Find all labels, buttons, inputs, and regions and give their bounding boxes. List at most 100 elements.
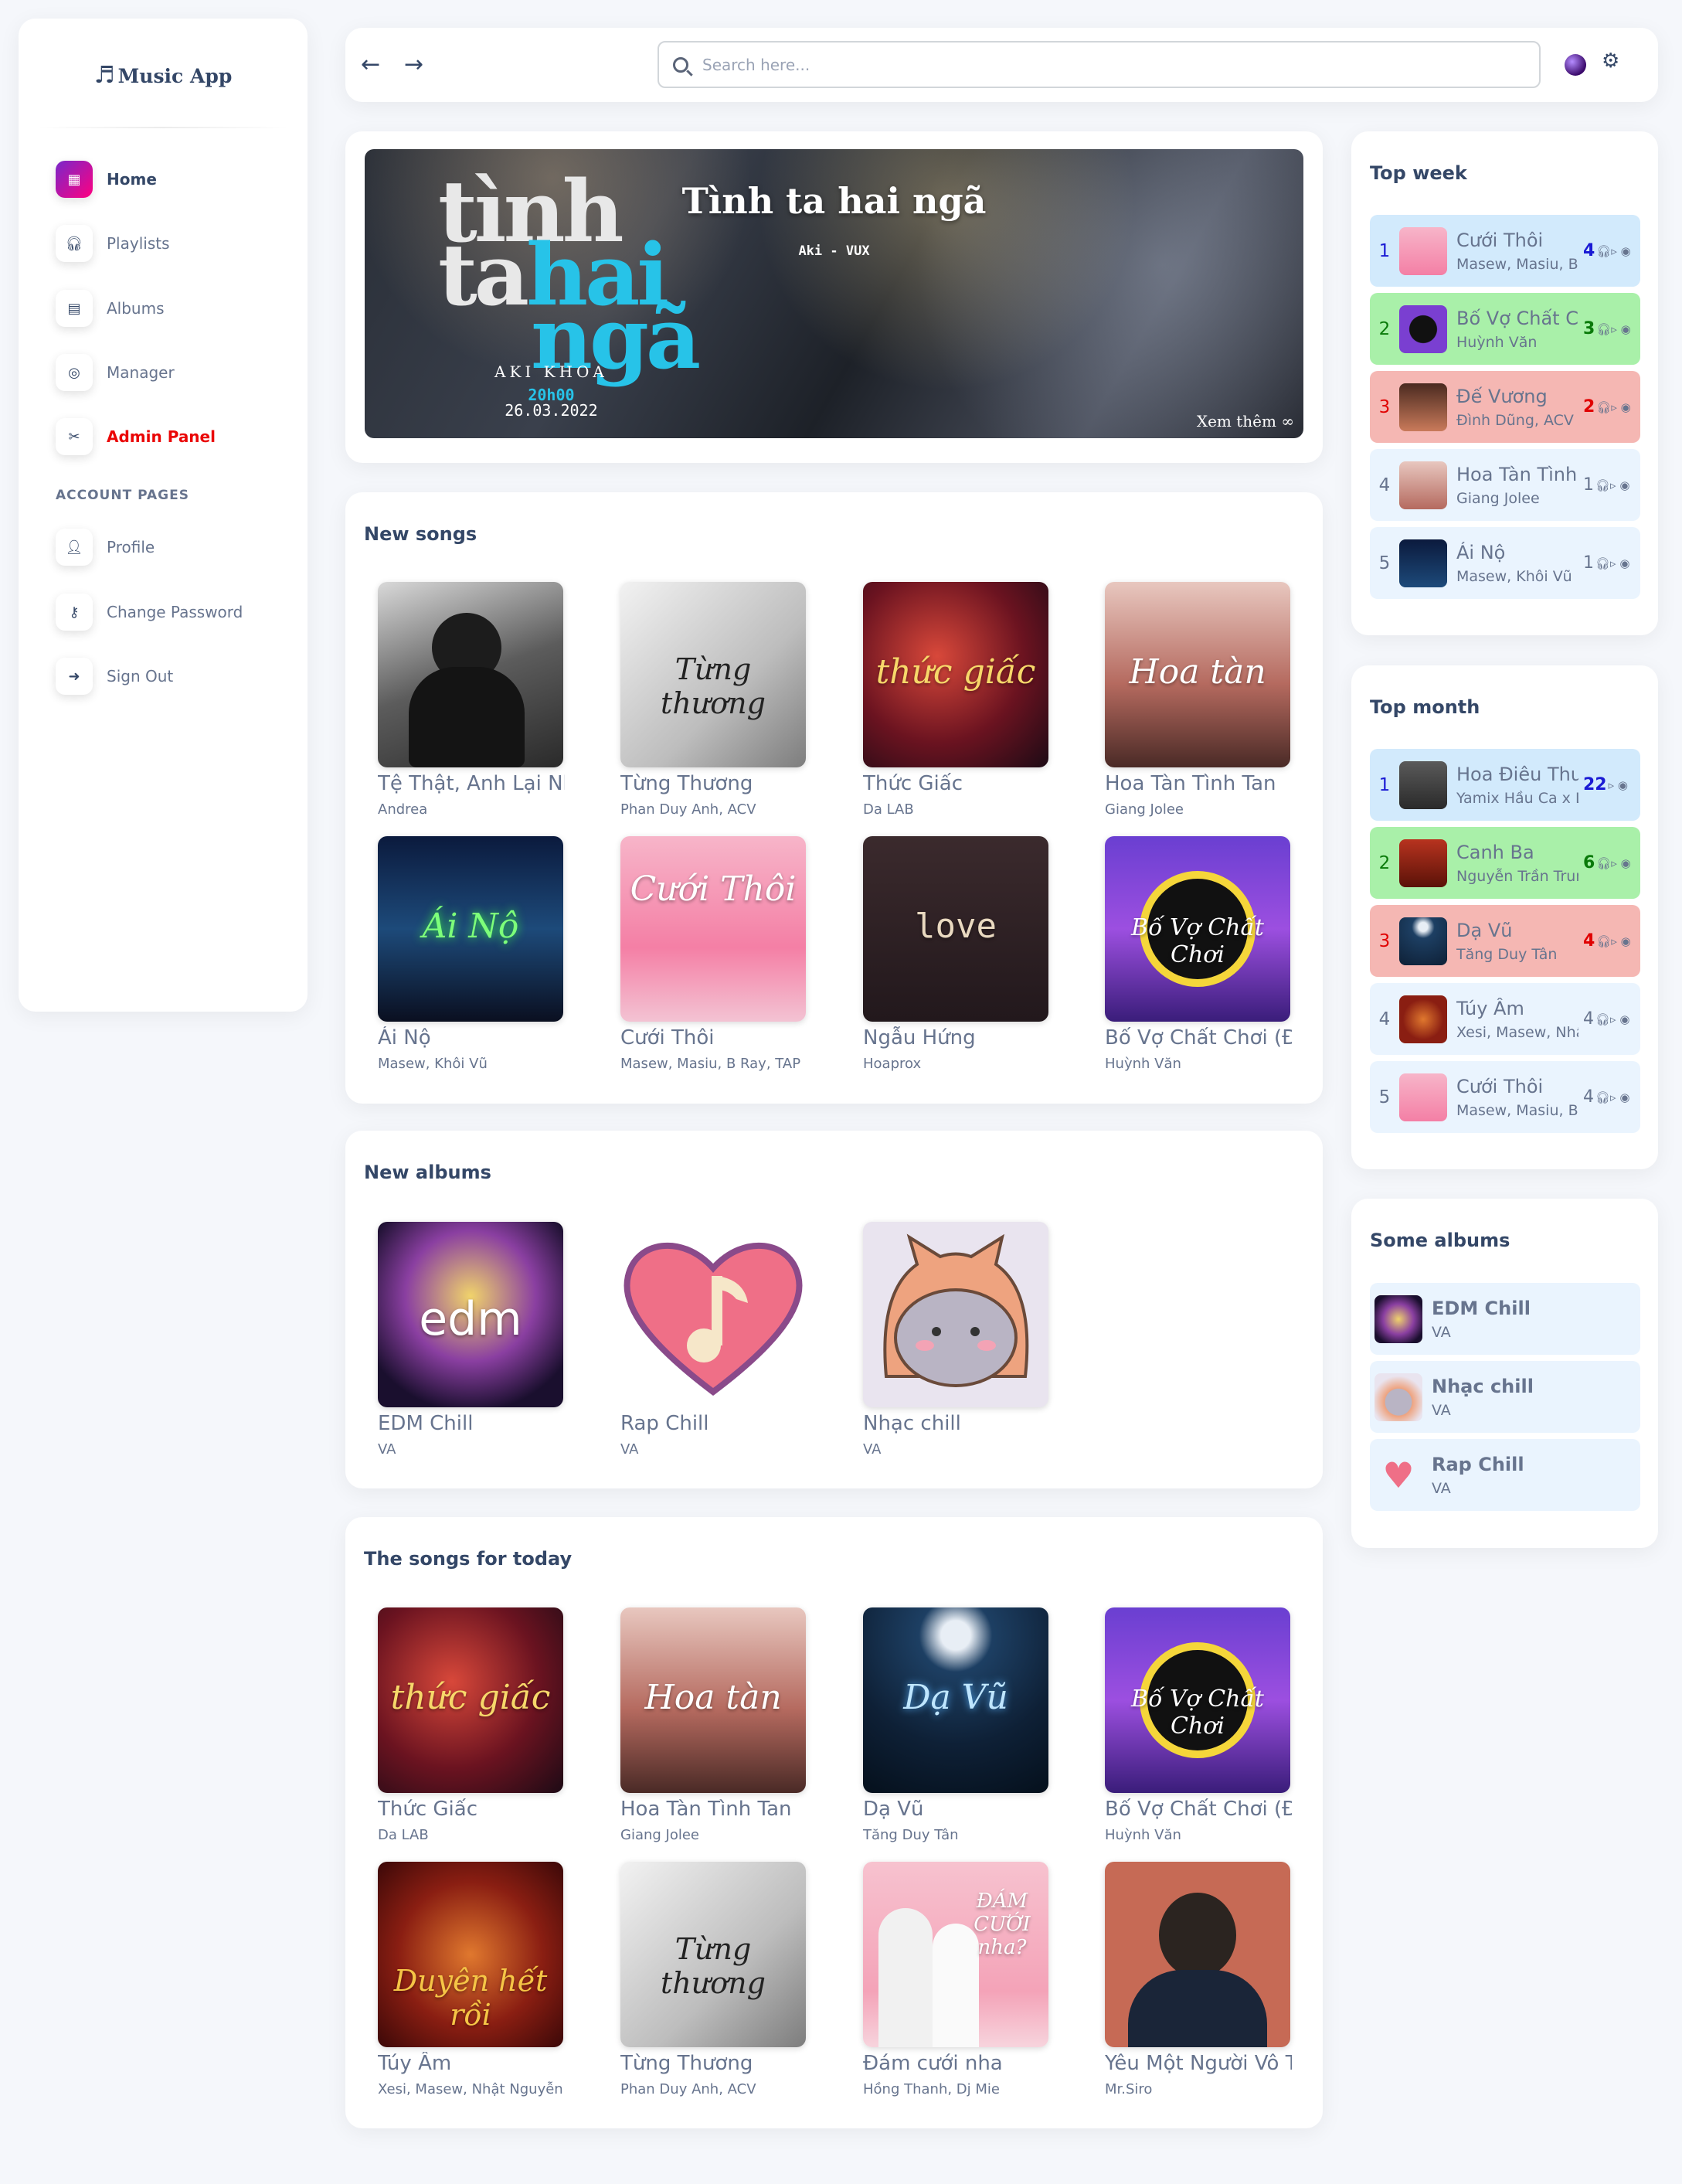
top-navbar: ← → Search here... ⚙ <box>345 28 1658 102</box>
song-card[interactable]: Cưới Thôi Cưới Thôi Masew, Masiu, B Ray,… <box>620 836 821 1072</box>
song-card[interactable]: thức giấc Thức Giấc Da LAB <box>863 582 1064 818</box>
song-thumbnail <box>1399 461 1447 509</box>
song-card[interactable]: love Ngẫu Hứng Hoaprox <box>863 836 1064 1072</box>
song-card[interactable]: thức giấc Thức Giấc Da LAB <box>378 1607 579 1843</box>
album-card[interactable]: edm EDM Chill VA <box>378 1222 579 1458</box>
top-month-title: Top month <box>1370 696 1480 718</box>
top-week-title: Top week <box>1370 162 1467 184</box>
song-cover: ĐÁM CƯỚI nha? <box>863 1862 1048 2047</box>
song-card[interactable]: Hoa tàn Hoa Tàn Tình Tan Giang Jolee <box>620 1607 821 1843</box>
ranking-row[interactable]: 5 Cưới ThôiMasew, Masiu, B Ray, TAP 4🎧︎▹… <box>1370 1061 1640 1133</box>
profile-icon: 👤︎ <box>56 529 93 566</box>
sidebar-item-profile[interactable]: 👤︎ Profile <box>56 525 155 570</box>
sidebar: ♬ Music App ▦ Home 🎧︎ Playlists ▤ Albums ◎ Ma… <box>19 19 308 1012</box>
song-thumbnail <box>1399 304 1447 353</box>
search-input[interactable]: Search here... <box>658 41 1541 88</box>
manager-icon: ◎ <box>56 354 93 391</box>
cat-illustration <box>883 1233 1029 1387</box>
sidebar-item-admin-panel[interactable]: ✂ Admin Panel <box>56 414 216 459</box>
ranking-row[interactable]: 4 Hoa Tàn Tình TanGiang Jolee 1🎧︎▹ ◉ <box>1370 449 1640 521</box>
song-card[interactable]: Bố Vợ Chất Chơi Bố Vợ Chất Chơi (Đại Mèo… <box>1105 1607 1306 1843</box>
ranking-row[interactable]: 1 Hoa Điêu ThuyềnYamix Hầu Ca x Long Rex… <box>1370 749 1640 821</box>
back-arrow-icon[interactable]: ← <box>361 51 380 78</box>
song-card[interactable]: Dạ Vũ Dạ Vũ Tăng Duy Tân <box>863 1607 1064 1843</box>
heart-music-icon <box>624 1242 803 1396</box>
app-logo[interactable]: ♬ Music App <box>19 62 308 89</box>
song-cover: Bố Vợ Chất Chơi <box>1105 836 1290 1022</box>
song-cover: Cưới Thôi <box>620 836 806 1022</box>
song-card[interactable]: Yêu Một Người Vô Tâm Mr.Siro <box>1105 1862 1306 2097</box>
store-icon: ▦ <box>56 161 93 198</box>
song-cover: thức giấc <box>863 582 1048 767</box>
account-pages-label: ACCOUNT PAGES <box>56 488 189 503</box>
tools-icon: ✂ <box>56 418 93 455</box>
headphones-play-icon: 🎧︎▹ ◉ <box>1596 321 1631 336</box>
song-card[interactable]: Hoa tàn Hoa Tàn Tình Tan Giang Jolee <box>1105 582 1306 818</box>
song-cover: Từng thương <box>620 582 806 767</box>
banner-artist: Aki - VUX <box>798 243 870 259</box>
see-more-link[interactable]: Xem thêm ∞ <box>1197 412 1294 430</box>
song-cover: Dạ Vũ <box>863 1607 1048 1793</box>
song-cover: Ái Nộ <box>378 836 563 1022</box>
album-row[interactable]: Nhạc chill VA <box>1370 1361 1640 1433</box>
banner-image[interactable]: tình tahai ngã AKI KHOA 20h00 26.03.2022 … <box>365 149 1303 438</box>
today-songs-title: The songs for today <box>364 1548 573 1570</box>
headphones-play-icon: 🎧︎▹ ◉ <box>1596 243 1631 258</box>
album-row[interactable]: EDM Chill VA <box>1370 1283 1640 1355</box>
album-thumbnail <box>1374 1373 1422 1421</box>
song-thumbnail <box>1399 539 1447 587</box>
song-thumbnail <box>1399 226 1447 275</box>
song-card[interactable]: Ái Nộ Ái Nộ Masew, Khôi Vũ <box>378 836 579 1072</box>
song-card[interactable]: Từng thương Từng Thương Phan Duy Anh, AC… <box>620 1862 821 2097</box>
ranking-row[interactable]: 3 Dạ Vũ Tăng Duy Tân 4 🎧︎▹ ◉ <box>1370 905 1640 977</box>
song-card[interactable]: ĐÁM CƯỚI nha? Đám cưới nha Hồng Thanh, D… <box>863 1862 1064 2097</box>
song-cover: Hoa tàn <box>620 1607 806 1793</box>
song-cover: thức giấc <box>378 1607 563 1793</box>
headphones-play-icon: 🎧︎▹ ◉ <box>1595 1090 1630 1104</box>
album-row[interactable]: ♥ Rap Chill VA <box>1370 1439 1640 1511</box>
headphones-play-icon: 🎧︎▹ ◉ <box>1596 856 1631 870</box>
sidebar-item-manager[interactable]: ◎ Manager <box>56 350 175 395</box>
new-songs-title: New songs <box>364 523 477 545</box>
ranking-row[interactable]: 2 Canh BaNguyễn Trần Trung Quân 6🎧︎▹ ◉ <box>1370 827 1640 899</box>
song-cover: Bố Vợ Chất Chơi <box>1105 1607 1290 1793</box>
sidebar-divider <box>37 127 289 128</box>
heart-icon: ♥ <box>1374 1451 1422 1499</box>
forward-arrow-icon[interactable]: → <box>404 51 423 78</box>
album-thumbnail <box>1374 1294 1422 1343</box>
song-cover <box>378 582 563 767</box>
album-cover <box>863 1222 1048 1407</box>
sidebar-item-home[interactable]: ▦ Home <box>56 157 157 202</box>
headphones-play-icon: 🎧︎▹ ◉ <box>1595 1012 1630 1026</box>
sidebar-item-sign-out[interactable]: ➜ Sign Out <box>56 654 173 699</box>
some-albums-title: Some albums <box>1370 1230 1510 1251</box>
new-songs-section: New songs Tệ Thật, Anh Lại Nhớ Em Andrea… <box>345 492 1323 1104</box>
headphones-play-icon: 🎧︎▹ ◉ <box>1595 478 1630 492</box>
ranking-row[interactable]: 2 Bố Vợ Chất ChơiHuỳnh Văn 3🎧︎▹ ◉ <box>1370 293 1640 365</box>
headphones-play-icon: 🎧︎▹ ◉ <box>1596 934 1631 948</box>
avatar[interactable] <box>1565 54 1586 76</box>
sidebar-item-albums[interactable]: ▤ Albums <box>56 286 165 331</box>
headphones-play-icon: 🎧︎▹ ◉ <box>1595 556 1630 570</box>
headphones-play-icon: 🎧︎▹ ◉ <box>1596 400 1631 414</box>
song-card[interactable]: Từng thương Từng Thương Phan Duy Anh, AC… <box>620 582 821 818</box>
ranking-row[interactable]: 1 Cưới ThôiMasew, Masiu, B Ray, TAP 4🎧︎▹… <box>1370 215 1640 287</box>
song-thumbnail <box>1399 917 1447 965</box>
ranking-row[interactable]: 4 Túy ÂmXesi, Masew, Nhật Nguyễn 4🎧︎▹ ◉ <box>1370 983 1640 1055</box>
gear-icon[interactable]: ⚙ <box>1602 49 1619 73</box>
song-card[interactable]: Duyên hết rồi Túy Âm Xesi, Masew, Nhật N… <box>378 1862 579 2097</box>
song-card[interactable]: Bố Vợ Chất Chơi Bố Vợ Chất Chơi (Đại Mèo… <box>1105 836 1306 1072</box>
album-card[interactable]: Rap Chill VA <box>620 1222 821 1458</box>
sidebar-item-playlists[interactable]: 🎧︎ Playlists <box>56 221 170 266</box>
song-card[interactable]: Tệ Thật, Anh Lại Nhớ Em Andrea <box>378 582 579 818</box>
key-icon: ⚷ <box>56 594 93 631</box>
album-cover <box>620 1222 806 1407</box>
song-thumbnail <box>1399 1073 1447 1121</box>
album-card[interactable]: Nhạc chill VA <box>863 1222 1064 1458</box>
song-cover <box>1105 1862 1290 2047</box>
ranking-row[interactable]: 3 Đế Vương Đình Dũng, ACV 2 🎧︎▹ ◉ <box>1370 371 1640 443</box>
sidebar-item-change-password[interactable]: ⚷ Change Password <box>56 590 243 634</box>
banner-release-date: AKI KHOA 20h00 26.03.2022 <box>494 362 608 420</box>
song-cover: Từng thương <box>620 1862 806 2047</box>
ranking-row[interactable]: 5 Ái Nộ Masew, Khôi Vũ 1 🎧︎▹ ◉ <box>1370 527 1640 599</box>
